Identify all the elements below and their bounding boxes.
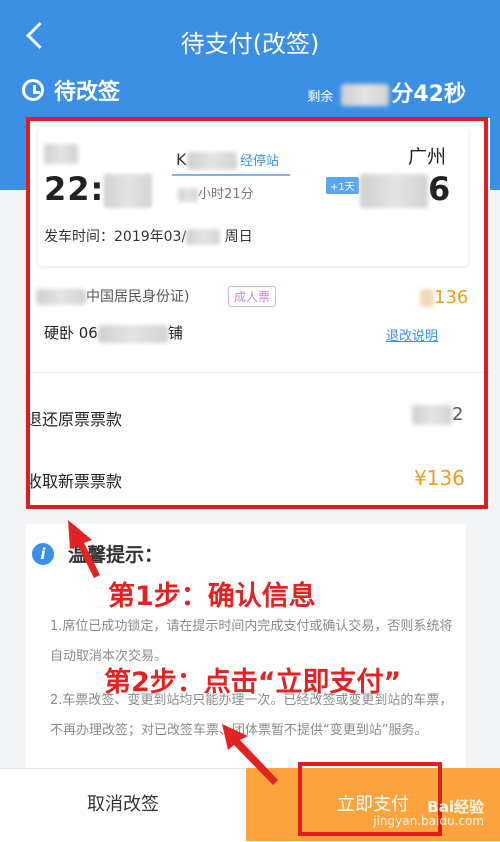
watermark-brand: Bai经验 (427, 798, 484, 816)
arrow-step2 (222, 724, 278, 785)
annotation-arrows (68, 520, 278, 785)
watermark-url: jingyan.baidu.com (373, 814, 484, 828)
watermark: Bai经验 jingyan.baidu.com (373, 798, 484, 829)
arrow-step1 (68, 520, 100, 578)
